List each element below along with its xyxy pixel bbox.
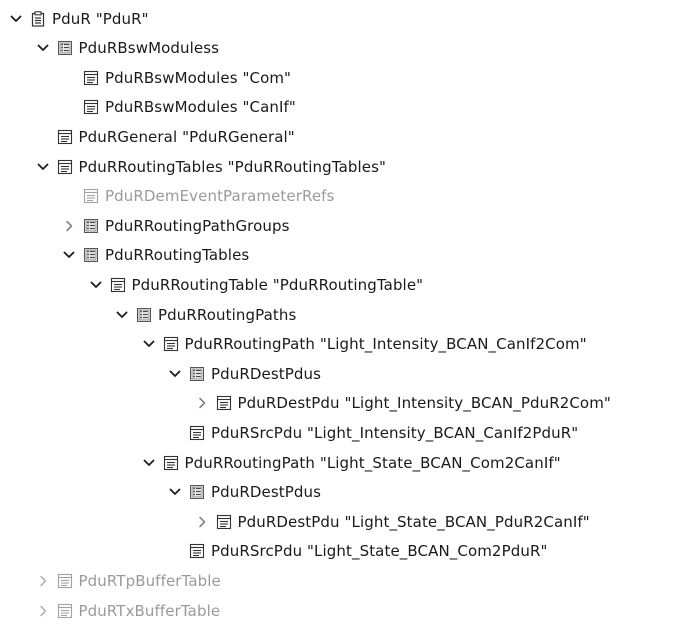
tree-node-label: PduRDestPdus <box>211 483 322 502</box>
tree-node-label: PduRBswModules "Com" <box>105 68 292 87</box>
tree-node-label: PduRDemEventParameterRefs <box>105 187 335 206</box>
tree-node-label: PduRDestPdu "Light_State_BCAN_PduR2CanIf… <box>237 512 590 531</box>
configuration-tree: PduR "PduR" PduRBswModuless PduRBswModules… <box>0 0 679 621</box>
chevron-down-icon[interactable] <box>141 455 157 471</box>
tree-node[interactable]: PduRTpBufferTable <box>35 566 221 595</box>
tree-node[interactable]: PduRRoutingTable "PduRRoutingTable" <box>88 270 424 299</box>
tree-node[interactable]: PduRSrcPdu "Light_State_BCAN_Com2PduR" <box>167 537 547 566</box>
container-list-icon <box>136 307 152 323</box>
tree-node-label: PduRRoutingPath "Light_Intensity_BCAN_Ca… <box>184 335 587 354</box>
chevron-down-icon[interactable] <box>88 277 104 293</box>
container-list-icon <box>83 218 99 234</box>
container-list-icon <box>57 40 73 56</box>
tree-node[interactable]: PduRDestPdus <box>167 359 321 388</box>
chevron-right-icon[interactable] <box>35 603 51 619</box>
tree-node[interactable]: PduRSrcPdu "Light_Intensity_BCAN_CanIf2P… <box>167 418 578 447</box>
container-list-icon <box>83 247 99 263</box>
tree-node[interactable]: PduRRoutingPathGroups <box>61 211 290 240</box>
tree-node-label: PduRGeneral "PduRGeneral" <box>78 127 295 146</box>
chevron-down-icon[interactable] <box>35 159 51 175</box>
container-icon <box>163 455 179 471</box>
tree-node[interactable]: PduRRoutingPath "Light_Intensity_BCAN_Ca… <box>141 330 587 359</box>
tree-node-label: PduRTpBufferTable <box>78 571 221 590</box>
chevron-down-icon[interactable] <box>35 40 51 56</box>
container-icon <box>83 70 99 86</box>
tree-node-label: PduRSrcPdu "Light_Intensity_BCAN_CanIf2P… <box>211 423 579 442</box>
container-icon <box>83 99 99 115</box>
tree-node[interactable]: PduRDemEventParameterRefs <box>61 182 334 211</box>
chevron-down-icon[interactable] <box>167 366 183 382</box>
chevron-down-icon[interactable] <box>141 336 157 352</box>
chevron-right-icon[interactable] <box>61 218 77 234</box>
tree-node[interactable]: PduR "PduR" <box>8 4 149 33</box>
container-icon <box>216 514 232 530</box>
tree-node-label: PduR "PduR" <box>52 9 149 28</box>
tree-node-label: PduRBswModules "CanIf" <box>105 98 296 117</box>
chevron-down-icon[interactable] <box>167 484 183 500</box>
container-icon <box>216 395 232 411</box>
tree-node[interactable]: PduRRoutingPath "Light_State_BCAN_Com2Ca… <box>141 448 561 477</box>
chevron-down-icon[interactable] <box>8 11 24 27</box>
tree-node[interactable]: PduRRoutingTables "PduRRoutingTables" <box>35 152 387 181</box>
chevron-down-icon[interactable] <box>61 247 77 263</box>
tree-node-label: PduRRoutingTable "PduRRoutingTable" <box>131 275 424 294</box>
container-icon <box>189 543 205 559</box>
chevron-right-icon[interactable] <box>35 573 51 589</box>
container-icon <box>189 425 205 441</box>
tree-node-label: PduRRoutingPaths <box>158 305 297 324</box>
tree-node[interactable]: PduRDestPdu "Light_Intensity_BCAN_PduR2C… <box>194 389 611 418</box>
chevron-right-icon[interactable] <box>194 395 210 411</box>
module-icon <box>30 10 46 27</box>
tree-node-label: PduRRoutingTables "PduRRoutingTables" <box>78 157 386 176</box>
tree-node-label: PduRDestPdus <box>211 364 322 383</box>
container-icon <box>110 277 126 293</box>
tree-node[interactable]: PduRDestPdus <box>167 478 321 507</box>
container-icon <box>57 603 73 619</box>
tree-node-label: PduRRoutingPath "Light_State_BCAN_Com2Ca… <box>184 453 561 472</box>
container-icon <box>57 129 73 145</box>
tree-node-label: PduRRoutingPathGroups <box>105 216 290 235</box>
tree-node[interactable]: PduRGeneral "PduRGeneral" <box>35 122 295 151</box>
tree-node-label: PduRTxBufferTable <box>78 601 221 620</box>
tree-node[interactable]: PduRDestPdu "Light_State_BCAN_PduR2CanIf… <box>194 507 590 536</box>
container-list-icon <box>189 366 205 382</box>
tree-node[interactable]: PduRRoutingPaths <box>114 300 296 329</box>
tree-node-label: PduRBswModuless <box>78 39 220 58</box>
container-icon <box>163 336 179 352</box>
container-list-icon <box>189 484 205 500</box>
chevron-down-icon[interactable] <box>114 307 130 323</box>
tree-node[interactable]: PduRBswModules "Com" <box>61 63 291 92</box>
tree-node-label: PduRRoutingTables <box>105 246 250 265</box>
container-icon <box>57 159 73 175</box>
chevron-right-icon[interactable] <box>194 514 210 530</box>
container-icon <box>57 573 73 589</box>
tree-node-label: PduRSrcPdu "Light_State_BCAN_Com2PduR" <box>211 542 548 561</box>
tree-node[interactable]: PduRRoutingTables <box>61 241 249 270</box>
tree-node-label: PduRDestPdu "Light_Intensity_BCAN_PduR2C… <box>237 394 611 413</box>
tree-node[interactable]: PduRBswModules "CanIf" <box>61 93 296 122</box>
container-icon <box>83 188 99 204</box>
tree-node[interactable]: PduRBswModuless <box>35 34 220 63</box>
